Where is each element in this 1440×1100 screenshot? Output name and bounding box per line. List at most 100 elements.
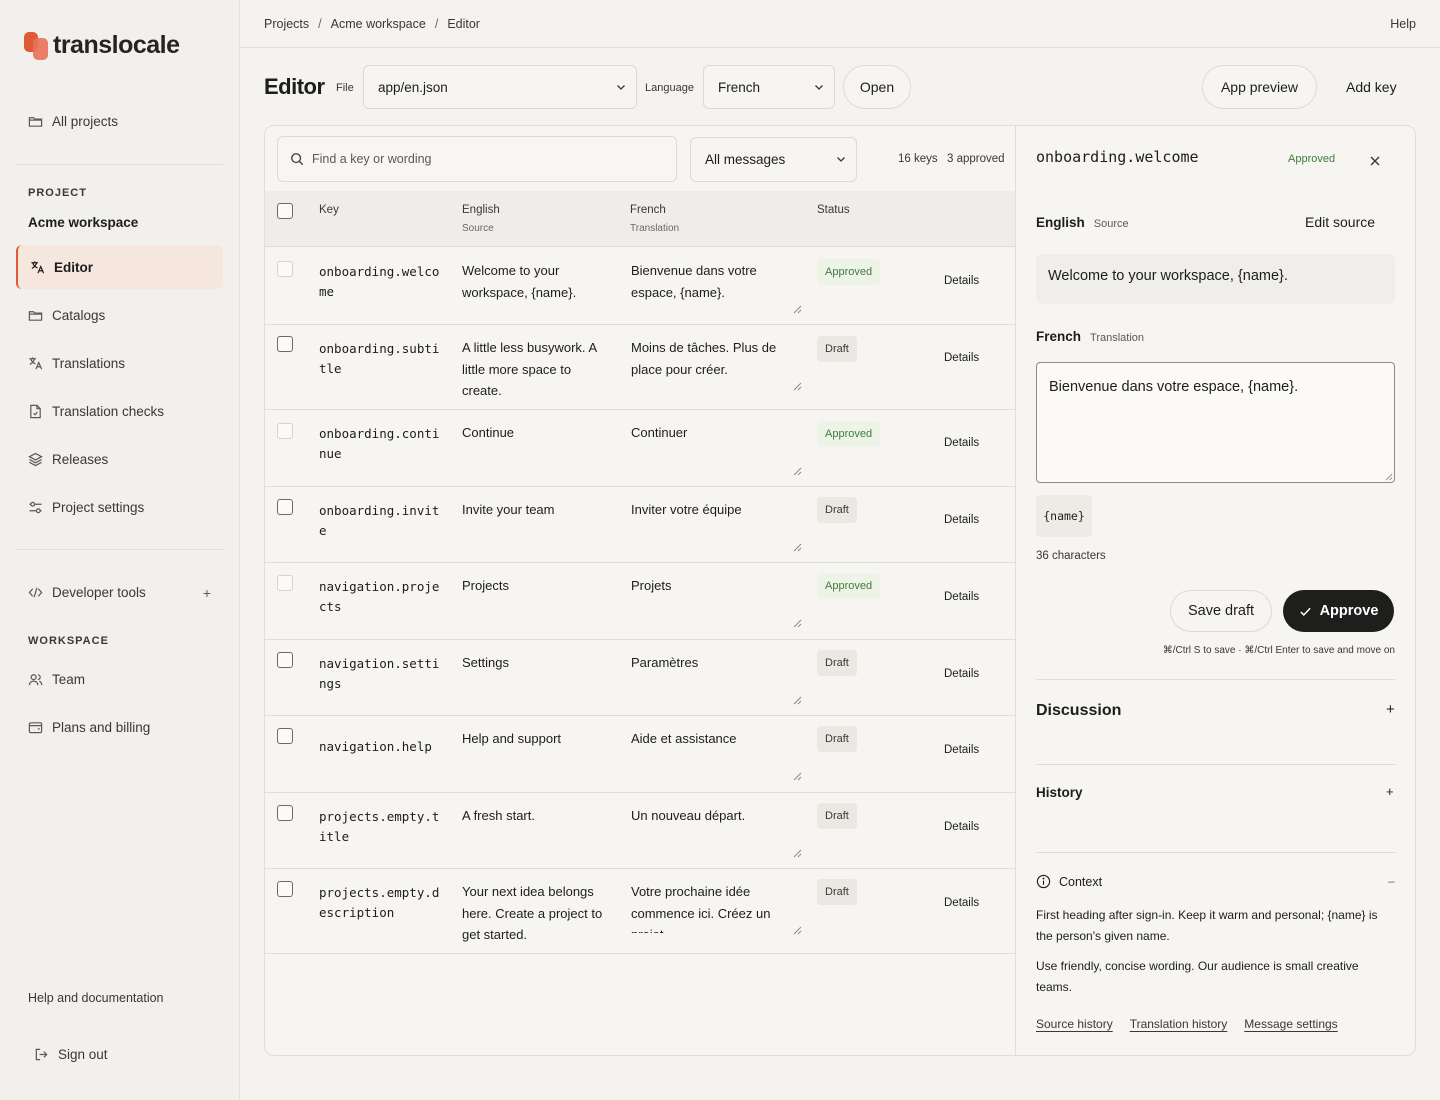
sidebar-item-developer-tools[interactable]: Developer tools [16, 570, 223, 614]
resize-grip-icon[interactable] [793, 543, 802, 552]
help-docs-link[interactable]: Help and documentation [28, 991, 164, 1005]
sidebar-item-translation-checks[interactable]: Translation checks [16, 389, 223, 433]
sidebar-item-team[interactable]: Team [16, 657, 223, 701]
message-settings-link[interactable]: Message settings [1244, 1017, 1337, 1031]
all-projects-link[interactable]: All projects [16, 99, 223, 143]
table-row[interactable]: navigation.settings Settings Paramètres … [265, 640, 1015, 716]
row-translation[interactable]: Moins de tâches. Plus de place pour crée… [631, 337, 803, 385]
row-translation[interactable]: Continuer [631, 422, 803, 470]
row-checkbox[interactable] [277, 805, 293, 821]
column-english[interactable]: English Source [462, 204, 500, 234]
row-checkbox[interactable] [277, 261, 293, 277]
sidebar-item-project-settings[interactable]: Project settings [16, 485, 223, 529]
row-source: Projects [462, 578, 509, 593]
details-link[interactable]: Details [944, 821, 979, 833]
table-row[interactable]: navigation.help Help and support Aide et… [265, 716, 1015, 793]
row-translation[interactable]: Bienvenue dans votre espace, {name}. [631, 260, 803, 308]
edit-source-button[interactable]: Edit source [1305, 214, 1375, 230]
divider [16, 164, 223, 165]
logo[interactable]: translocale [24, 31, 180, 60]
resize-grip-icon[interactable] [793, 382, 802, 391]
table-row[interactable]: onboarding.invite Invite your team Invit… [265, 487, 1015, 563]
table-row[interactable]: projects.empty.description Your next ide… [265, 869, 1015, 954]
row-translation[interactable]: Votre prochaine idée commence ici. Créez… [631, 881, 803, 933]
row-checkbox[interactable] [277, 575, 293, 591]
open-button[interactable]: Open [843, 65, 911, 109]
resize-grip-icon[interactable] [793, 696, 802, 705]
table-row[interactable]: onboarding.continue Continue Continuer A… [265, 410, 1015, 487]
layers-icon [28, 452, 43, 467]
row-checkbox[interactable] [277, 336, 293, 352]
expand-plus-icon[interactable]: + [203, 585, 211, 601]
column-status[interactable]: Status [817, 204, 850, 216]
row-translation[interactable]: Projets [631, 575, 803, 623]
details-link[interactable]: Details [944, 897, 979, 909]
search-input[interactable]: Find a key or wording [277, 136, 677, 182]
column-key[interactable]: Key [319, 204, 339, 216]
approved-count: 3 approved [947, 153, 1005, 165]
sidebar-item-plans-billing[interactable]: Plans and billing [16, 705, 223, 749]
breadcrumb-workspace[interactable]: Acme workspace [331, 17, 426, 31]
discussion-expand-icon[interactable]: + [1386, 701, 1395, 718]
app-preview-button[interactable]: App preview [1202, 65, 1317, 109]
resize-grip-icon[interactable] [793, 926, 802, 935]
translation-history-link[interactable]: Translation history [1130, 1017, 1228, 1031]
details-link[interactable]: Details [944, 591, 979, 603]
discussion-toggle[interactable]: Discussion [1036, 702, 1121, 720]
language-select[interactable]: French [703, 65, 835, 109]
file-select[interactable]: app/en.json [363, 65, 637, 109]
row-key: projects.empty.title [319, 809, 440, 844]
add-key-button[interactable]: Add key [1346, 79, 1397, 95]
details-link[interactable]: Details [944, 352, 979, 364]
approve-button[interactable]: Approve [1283, 590, 1394, 632]
resize-grip-icon[interactable] [1385, 473, 1393, 481]
details-link[interactable]: Details [944, 275, 979, 287]
sidebar: translocale All projects PROJECT Acme wo… [0, 0, 240, 1100]
column-french[interactable]: French Translation [630, 204, 679, 234]
history-toggle[interactable]: History [1036, 785, 1083, 800]
sidebar-item-releases[interactable]: Releases [16, 437, 223, 481]
sign-out-button[interactable]: Sign out [20, 1032, 227, 1076]
table-row[interactable]: navigation.projects Projects Projets App… [265, 563, 1015, 640]
document-icon [28, 404, 43, 419]
details-link[interactable]: Details [944, 437, 979, 449]
placeholder-chip[interactable]: {name} [1036, 495, 1092, 537]
breadcrumb-projects[interactable]: Projects [264, 17, 309, 31]
row-checkbox[interactable] [277, 881, 293, 897]
select-all-checkbox[interactable] [277, 203, 293, 219]
translation-textarea[interactable]: Bienvenue dans votre espace, {name}. [1036, 362, 1395, 483]
details-link[interactable]: Details [944, 668, 979, 680]
source-history-link[interactable]: Source history [1036, 1017, 1113, 1031]
help-link[interactable]: Help [1390, 17, 1416, 31]
resize-grip-icon[interactable] [793, 772, 802, 781]
resize-grip-icon[interactable] [793, 467, 802, 476]
row-translation[interactable]: Un nouveau départ. [631, 805, 803, 853]
sidebar-item-label: Team [52, 671, 86, 687]
context-toggle[interactable]: Context [1036, 874, 1102, 889]
sidebar-item-catalogs[interactable]: Catalogs [16, 293, 223, 337]
row-translation[interactable]: Aide et assistance [631, 728, 803, 776]
context-collapse-icon[interactable]: – [1388, 874, 1395, 888]
sidebar-item-translations[interactable]: Translations [16, 341, 223, 385]
resize-grip-icon[interactable] [793, 619, 802, 628]
table-row[interactable]: onboarding.welcome Welcome to your works… [265, 248, 1015, 325]
row-checkbox[interactable] [277, 728, 293, 744]
row-translation[interactable]: Paramètres [631, 652, 803, 700]
details-link[interactable]: Details [944, 744, 979, 756]
row-translation[interactable]: Inviter votre équipe [631, 499, 803, 547]
row-source: A little less busywork. A little more sp… [462, 340, 597, 398]
details-link[interactable]: Details [944, 514, 979, 526]
row-checkbox[interactable] [277, 652, 293, 668]
row-checkbox[interactable] [277, 499, 293, 515]
sidebar-item-editor[interactable]: Editor [16, 245, 223, 289]
context-text: Use friendly, concise wording. Our audie… [1036, 959, 1359, 994]
row-checkbox[interactable] [277, 423, 293, 439]
history-expand-icon[interactable]: + [1386, 784, 1394, 799]
resize-grip-icon[interactable] [793, 305, 802, 314]
save-draft-button[interactable]: Save draft [1170, 590, 1272, 632]
close-icon[interactable] [1368, 154, 1382, 168]
message-filter-select[interactable]: All messages [690, 137, 857, 182]
table-row[interactable]: projects.empty.title A fresh start. Un n… [265, 793, 1015, 869]
table-row[interactable]: onboarding.subtitle A little less busywo… [265, 325, 1015, 410]
resize-grip-icon[interactable] [793, 849, 802, 858]
